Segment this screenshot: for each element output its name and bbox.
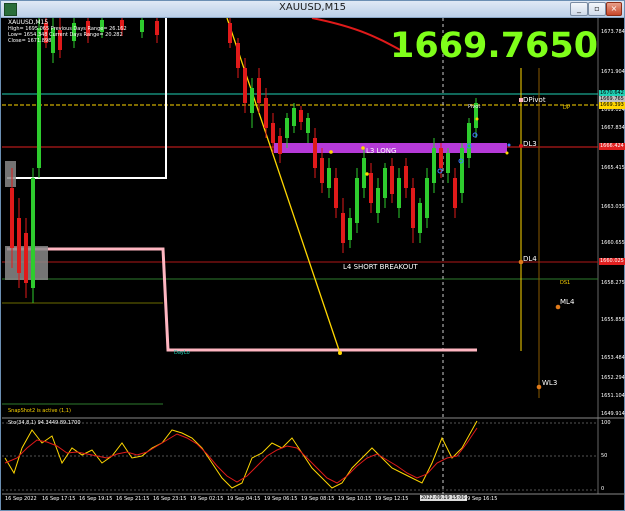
wl3-label: WL3	[542, 379, 558, 387]
crosshair-time-label: 2022.09.19 15:00	[420, 495, 467, 501]
title-bar[interactable]: XAUUSD,M15 _ ▫ ×	[1, 1, 624, 18]
time-tick: 16 Sep 17:15	[42, 496, 76, 502]
time-tick: 19 Sep 16:15	[464, 496, 498, 502]
price-tick: 1651.104	[601, 393, 625, 399]
time-tick: 19 Sep 02:15	[190, 496, 224, 502]
price-tick: 1658.275	[601, 280, 625, 286]
price-tag-dl4: 1660.025	[599, 258, 625, 265]
dl4-label: DL4	[523, 255, 537, 263]
osc-tick: 50	[601, 453, 608, 459]
time-tick: 16 Sep 19:15	[79, 496, 113, 502]
chart-canvas	[2, 18, 625, 495]
price-tick: 1665.415	[601, 165, 625, 171]
dp-label: DP	[563, 105, 570, 111]
window-title: XAUUSD,M15	[279, 2, 346, 13]
price-tick: 1653.484	[601, 355, 625, 361]
dl3-label: DL3	[523, 140, 537, 148]
price-tick: 1667.834	[601, 125, 625, 131]
restore-button[interactable]: ▫	[588, 2, 606, 16]
wl3-marker	[536, 384, 542, 390]
price-tick: 1663.035	[601, 204, 625, 210]
time-tick: 19 Sep 04:15	[227, 496, 261, 502]
trend-line-anchor	[338, 351, 342, 355]
time-tick: 19 Sep 08:15	[301, 496, 335, 502]
current-price-display: 1669.7650	[390, 26, 599, 66]
price-tick: 1671.904	[601, 69, 625, 75]
price-tag-dl3: 1666.424	[599, 143, 625, 150]
symbol-label: XAUUSD,M15	[8, 19, 49, 26]
daylo-label: DayLo	[174, 350, 190, 356]
dpivot-label: DPivot	[523, 96, 546, 104]
time-tick: 16 Sep 23:15	[153, 496, 187, 502]
candles-left	[10, 18, 159, 303]
osc-tick: 100	[601, 420, 611, 426]
stoch-main-line	[4, 420, 478, 489]
info-line-3: Close= 1671.898	[8, 38, 52, 44]
close-button[interactable]: ×	[606, 2, 622, 16]
price-tick: 1652.294	[601, 375, 625, 381]
time-tick: 19 Sep 12:15	[375, 496, 409, 502]
l3-long-label: L3 LONG	[366, 147, 397, 155]
profile-block-upper	[5, 161, 16, 187]
price-tick: 1649.914	[601, 411, 625, 417]
time-tick: 19 Sep 10:15	[338, 496, 372, 502]
price-tick: 1660.655	[601, 240, 625, 246]
ds1-label: DS1	[560, 280, 571, 286]
ml4-label: ML4	[560, 298, 575, 306]
time-tick: 16 Sep 21:15	[116, 496, 150, 502]
pivot-label: Pivot	[468, 104, 481, 110]
moving-average-curve	[311, 18, 403, 52]
mt4-chart-window: XAUUSD,M15 _ ▫ × XAUUSD,M15 High= 1695.0…	[0, 0, 625, 511]
l4-short-label: L4 SHORT BREAKOUT	[343, 263, 418, 271]
price-chart[interactable]: XAUUSD,M15 High= 1695.065 Previous Days …	[2, 18, 625, 511]
osc-tick: 0	[601, 486, 605, 492]
price-tag-dp: 1669.393	[599, 102, 625, 109]
price-tick: 1673.784	[601, 29, 625, 35]
time-tick: 16 Sep 2022	[5, 496, 37, 502]
snapshot-status: SnapShot2 is active (1,1)	[8, 408, 71, 414]
minimize-button[interactable]: _	[570, 2, 588, 16]
price-tick: 1655.856	[601, 317, 625, 323]
time-tick: 19 Sep 06:15	[264, 496, 298, 502]
stoch-indicator-label: Sto(34,8,1) 94.3449 89.1700	[8, 420, 81, 426]
